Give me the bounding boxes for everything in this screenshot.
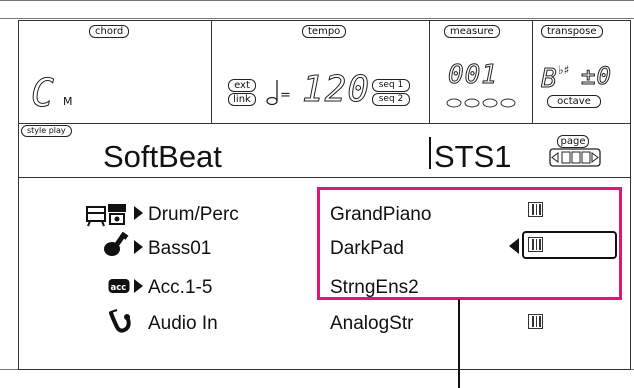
chord-suffix: M bbox=[63, 95, 73, 108]
drum-perc-icon bbox=[86, 204, 126, 227]
svg-text:acc: acc bbox=[111, 283, 127, 293]
tempo-label: tempo bbox=[302, 25, 347, 38]
sound-name-analogstr[interactable]: AnalogStr bbox=[330, 314, 413, 334]
track-arrow-icon bbox=[134, 206, 143, 220]
octave-label: octave bbox=[547, 95, 601, 108]
track-arrow-icon bbox=[134, 279, 143, 293]
svg-text:B: B bbox=[541, 64, 557, 93]
top-rule bbox=[0, 18, 634, 19]
measure-label: measure bbox=[444, 25, 500, 38]
ext-label: ext bbox=[228, 79, 256, 92]
acc-icon: acc bbox=[108, 279, 130, 293]
saxophone-icon bbox=[109, 309, 131, 333]
tempo-section: tempo ext link = 120 seq 1 seq 2 bbox=[212, 21, 430, 123]
top-border bbox=[0, 0, 634, 1]
key-signature-icon: B ♭♯ bbox=[541, 63, 569, 93]
track-label-bass01[interactable]: Bass01 bbox=[148, 239, 211, 259]
measure-section: measure 001 bbox=[430, 21, 533, 123]
transpose-section: transpose B ♭♯ ±0 octave bbox=[533, 21, 630, 123]
transpose-value: ±0 bbox=[581, 62, 612, 90]
highlight-box bbox=[317, 187, 622, 300]
page-arrows-icon bbox=[549, 148, 601, 167]
track-arrow-icon bbox=[134, 240, 143, 254]
cursor-bar bbox=[429, 137, 431, 169]
style-name[interactable]: SoftBeat bbox=[103, 141, 222, 173]
link-label: link bbox=[228, 93, 256, 106]
measure-value: 001 bbox=[448, 60, 498, 90]
quarter-note-icon: = bbox=[266, 80, 291, 106]
seq1-label: seq 1 bbox=[372, 79, 410, 92]
sts-name[interactable]: STS1 bbox=[434, 141, 512, 173]
keyboard-icon bbox=[528, 314, 543, 329]
svg-text:♭♯: ♭♯ bbox=[558, 63, 569, 77]
tempo-value: 120 bbox=[301, 69, 371, 110]
beat-indicator-icon bbox=[446, 98, 516, 108]
callout-pointer-line bbox=[458, 299, 460, 388]
style-play-label: style play bbox=[21, 125, 72, 137]
chord-value: C bbox=[31, 71, 55, 115]
style-row: style play SoftBeat STS1 page bbox=[19, 123, 630, 178]
track-label-drum-perc[interactable]: Drum/Perc bbox=[148, 205, 239, 225]
chord-label: chord bbox=[89, 25, 130, 38]
guitar-icon bbox=[104, 232, 129, 256]
track-label-acc[interactable]: Acc.1-5 bbox=[148, 278, 212, 298]
page-control[interactable]: page bbox=[549, 133, 601, 171]
transpose-label: transpose bbox=[541, 25, 603, 38]
chord-section: chord C M bbox=[19, 21, 212, 123]
track-label-audio-in[interactable]: Audio In bbox=[148, 314, 218, 334]
page-label: page bbox=[557, 135, 589, 148]
header-band: chord C M tempo ext link = 120 seq 1 seq… bbox=[19, 21, 630, 124]
seq2-label: seq 2 bbox=[372, 93, 410, 106]
svg-text:=: = bbox=[280, 88, 291, 103]
